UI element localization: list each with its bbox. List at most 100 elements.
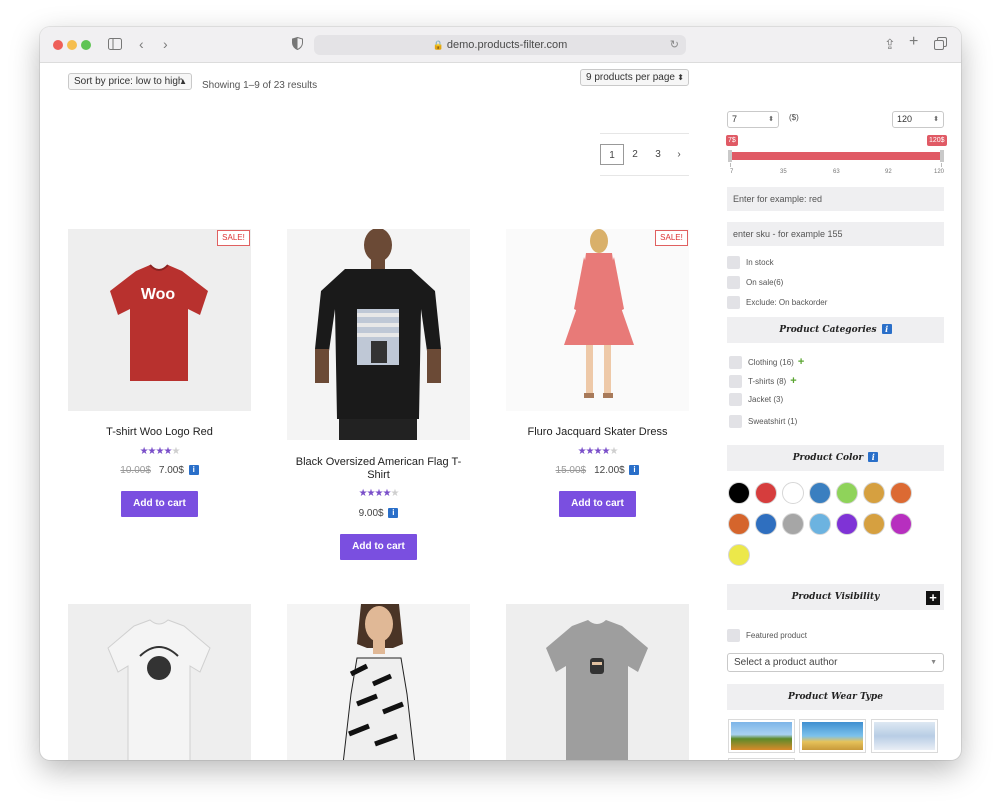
checkbox[interactable] — [727, 276, 740, 290]
product-image[interactable]: SALE! — [506, 229, 689, 411]
expand-plus-icon[interactable]: + — [926, 591, 940, 605]
color-swatch[interactable] — [890, 482, 912, 504]
forward-icon[interactable]: › — [163, 36, 168, 52]
product-image[interactable] — [287, 229, 470, 440]
old-price: 15.00$ — [555, 465, 587, 476]
grey-tshirt-image — [546, 620, 648, 760]
text-search-input[interactable]: Enter for example: red — [727, 187, 944, 211]
price-min-input[interactable]: 7 ⬍ — [727, 111, 779, 128]
category-sweatshirt[interactable]: Sweatshirt (1) — [729, 415, 797, 429]
add-to-cart-button[interactable]: Add to cart — [559, 491, 636, 517]
checkbox[interactable] — [729, 375, 742, 389]
product-image[interactable]: Woo SALE! — [68, 229, 251, 411]
new-tab-icon[interactable]: + — [909, 33, 918, 51]
man-black-tshirt-image — [315, 229, 441, 440]
sku-search-input[interactable]: enter sku - for example 155 — [727, 222, 944, 246]
featured-checkbox[interactable]: Featured product — [727, 629, 807, 643]
slider-max-handle[interactable] — [940, 150, 944, 162]
category-jacket[interactable]: Jacket (3) — [729, 393, 784, 407]
page-2-link[interactable]: 2 — [629, 144, 641, 165]
checkbox[interactable] — [729, 393, 742, 407]
checkbox[interactable] — [729, 415, 742, 429]
back-icon[interactable]: ‹ — [139, 36, 144, 52]
color-swatch[interactable] — [809, 513, 831, 535]
exclude-backorder-checkbox[interactable]: Exclude: On backorder — [727, 296, 827, 310]
shield-icon[interactable] — [292, 36, 303, 53]
wear-type-option[interactable] — [728, 719, 795, 753]
sidebar-icon[interactable] — [108, 37, 122, 53]
page-3-link[interactable]: 3 — [652, 144, 664, 165]
page-1-link[interactable]: 1 — [600, 144, 624, 165]
share-icon[interactable]: ⇪ — [884, 36, 896, 53]
color-swatch[interactable] — [863, 513, 885, 535]
product-title[interactable]: Fluro Jacquard Skater Dress — [506, 426, 689, 439]
info-icon[interactable]: i — [388, 508, 399, 518]
wear-type-option[interactable] — [799, 719, 866, 753]
address-bar[interactable]: 🔒 demo.products-filter.com ↻ — [314, 35, 686, 55]
tick-label: 35 — [780, 169, 787, 175]
pagination: 1 2 3 › — [600, 133, 689, 176]
info-icon[interactable]: i — [881, 324, 892, 334]
checkbox[interactable] — [727, 296, 740, 310]
product-image[interactable] — [68, 604, 251, 760]
product-image[interactable] — [506, 604, 689, 760]
rating-stars: ★★★★★ — [577, 446, 619, 457]
in-stock-checkbox[interactable]: In stock — [727, 256, 774, 270]
product-title[interactable]: Black Oversized American Flag T-Shirt — [287, 456, 470, 482]
sort-select[interactable]: Sort by price: low to high ▲ — [68, 73, 192, 90]
select-arrows-icon: ⬍ — [677, 73, 684, 82]
close-window-button[interactable] — [53, 40, 63, 50]
color-swatch[interactable] — [809, 482, 831, 504]
color-swatch[interactable] — [863, 482, 885, 504]
author-select[interactable]: Select a product author ▼ — [727, 653, 944, 672]
category-clothing[interactable]: Clothing (16) + — [729, 356, 804, 370]
slider-min-handle[interactable] — [728, 150, 732, 162]
minimize-window-button[interactable] — [67, 40, 77, 50]
price-max-input[interactable]: 120 ⬍ — [892, 111, 944, 128]
wear-type-option[interactable] — [728, 758, 795, 760]
on-sale-checkbox[interactable]: On sale(6) — [727, 276, 783, 290]
color-swatch[interactable] — [836, 513, 858, 535]
info-icon[interactable]: i — [868, 452, 879, 462]
sale-badge: SALE! — [217, 230, 250, 246]
spinner-icon[interactable]: ⬍ — [768, 112, 774, 127]
pink-dress-image — [564, 229, 634, 398]
color-swatch[interactable] — [755, 513, 777, 535]
reload-icon[interactable]: ↻ — [670, 35, 679, 55]
info-icon[interactable]: i — [629, 465, 640, 475]
tick-label: 92 — [885, 169, 892, 175]
per-page-select[interactable]: 9 products per page ⬍ — [580, 69, 689, 86]
color-swatch[interactable] — [728, 544, 750, 566]
product-title[interactable]: T-shirt Woo Logo Red — [68, 426, 251, 439]
expand-icon[interactable]: + — [790, 376, 796, 387]
color-swatch[interactable] — [782, 513, 804, 535]
color-swatch[interactable] — [728, 482, 750, 504]
rating-stars: ★★★★★ — [139, 446, 181, 457]
slider-max-badge: 120$ — [927, 135, 947, 146]
info-icon[interactable]: i — [188, 465, 199, 475]
next-page-link[interactable]: › — [673, 144, 685, 165]
tick-label: 7 — [730, 169, 734, 175]
wear-type-option[interactable] — [871, 719, 938, 753]
product-image[interactable] — [287, 604, 470, 760]
checkbox[interactable] — [729, 356, 742, 370]
tabs-overview-icon[interactable] — [934, 37, 947, 53]
color-swatch[interactable] — [728, 513, 750, 535]
browser-window: ‹ › 🔒 demo.products-filter.com ↻ ⇪ + Sort… — [40, 27, 961, 760]
category-label: Jacket (3) — [748, 395, 784, 404]
checkbox[interactable] — [727, 256, 740, 270]
add-to-cart-button[interactable]: Add to cart — [340, 534, 417, 560]
color-swatch[interactable] — [782, 482, 804, 504]
select-arrows-icon: ▲ — [179, 77, 187, 86]
checkbox[interactable] — [727, 629, 740, 643]
expand-icon[interactable]: + — [798, 357, 804, 368]
price-range-slider[interactable] — [730, 152, 942, 160]
maximize-window-button[interactable] — [81, 40, 91, 50]
category-tshirts[interactable]: T-shirts (8) + — [729, 375, 797, 389]
spinner-icon[interactable]: ⬍ — [933, 112, 939, 127]
add-to-cart-button[interactable]: Add to cart — [121, 491, 198, 517]
current-price: 9.00$ — [358, 508, 384, 519]
color-swatch[interactable] — [755, 482, 777, 504]
color-swatch[interactable] — [836, 482, 858, 504]
color-swatch[interactable] — [890, 513, 912, 535]
